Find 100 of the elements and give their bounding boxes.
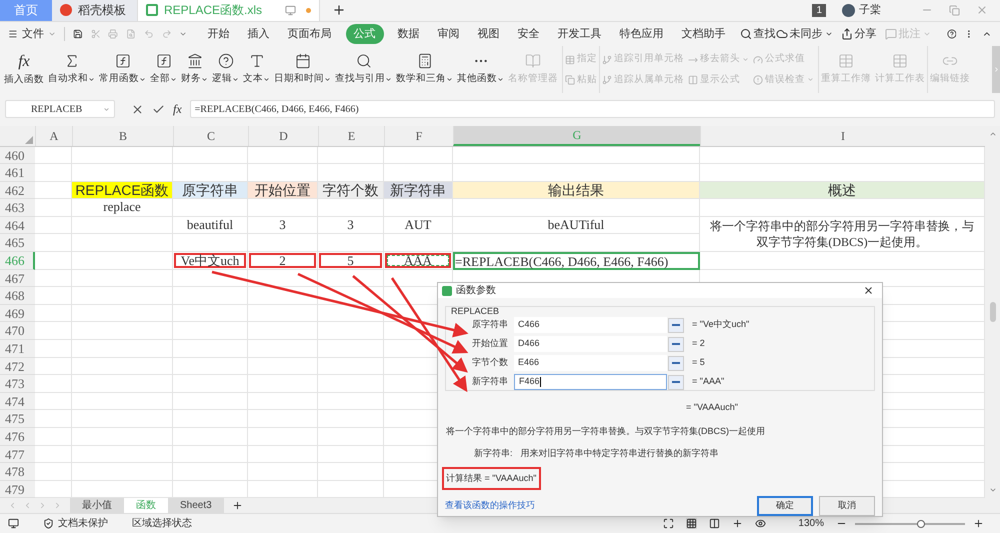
zoom-level[interactable]: 130% [798,516,824,532]
normal-view-icon[interactable] [686,518,698,530]
row-header[interactable]: 471 [0,340,35,358]
ribbon-button[interactable]: 自动求和 [46,46,97,94]
fullscreen-icon[interactable] [663,518,674,530]
zoom-in-icon[interactable] [973,518,984,530]
argument-input[interactable]: C466 [514,317,667,333]
close-icon[interactable] [863,285,874,296]
caret-icon[interactable] [170,76,177,83]
ribbon-tab[interactable]: 文档助手 [678,24,730,44]
status-icon[interactable] [8,518,19,530]
caret-icon[interactable] [497,76,504,83]
ribbon-button-label[interactable]: 逻辑 [212,72,232,86]
row-header[interactable]: 462 [0,182,35,200]
page-break-icon[interactable] [709,518,720,530]
highlighted-cell[interactable]: AAA [385,253,451,268]
collapse-dialog-icon[interactable] [668,336,684,352]
cancel-icon[interactable] [131,102,144,116]
caret-icon[interactable] [201,76,208,83]
row-header[interactable]: 469 [0,304,35,322]
ribbon-button-label[interactable]: 常用函数 [99,72,139,86]
dialog-button[interactable]: 取消 [819,496,875,516]
ribbon-button[interactable]: 常用函数 [97,46,148,94]
ribbon-button-label[interactable]: 文本 [243,72,263,86]
ribbon-button[interactable]: 财务 [179,46,210,94]
function-category-icon[interactable] [156,53,172,69]
function-icon[interactable]: fx [18,52,30,70]
ribbon-tab[interactable]: 审阅 [434,24,464,44]
row-header[interactable]: 477 [0,446,35,464]
row-header[interactable]: 473 [0,375,35,393]
ribbon-button[interactable]: 全部 [148,46,179,94]
ribbon-button[interactable]: 查找与引用 [333,46,394,94]
ribbon-tab[interactable]: 视图 [474,24,504,44]
row-header[interactable]: 475 [0,410,35,428]
function-tips-link[interactable]: 查看该函数的操作技巧 [445,499,535,513]
row-header[interactable]: 460 [0,146,35,164]
function-category-icon[interactable] [356,53,372,69]
ribbon-button-label[interactable]: 日期和时间 [274,72,324,86]
save-icon[interactable] [72,28,83,40]
row-header[interactable]: 468 [0,287,35,305]
argument-input[interactable]: D466 [514,336,667,352]
ribbon-button-label[interactable]: 财务 [181,72,201,86]
share-icon[interactable] [840,28,853,40]
row-header[interactable]: 478 [0,463,35,481]
notification-badge[interactable]: 1 [812,4,826,17]
ribbon-button-label[interactable]: 其他函数 [457,72,497,86]
help-icon[interactable] [946,28,956,40]
caret-icon[interactable] [385,76,392,83]
function-category-icon[interactable] [416,53,432,69]
scrollbar-thumb[interactable] [990,302,996,322]
ribbon-button-label[interactable]: 自动求和 [48,72,88,86]
function-category-icon[interactable] [218,53,234,69]
column-header[interactable]: E [318,126,384,146]
row-header[interactable]: 464 [0,216,35,234]
ribbon-tab[interactable]: 页面布局 [284,24,336,44]
highlighted-cell[interactable]: 2 [249,253,316,268]
ribbon-tab[interactable]: 插入 [244,24,274,44]
search-button[interactable]: 查找 [740,26,776,42]
ribbon-button[interactable]: 逻辑 [210,46,241,94]
ribbon-tab[interactable]: 开发工具 [554,24,606,44]
caret-icon[interactable] [324,76,331,83]
caret-icon[interactable] [446,76,453,83]
function-category-icon[interactable] [114,53,130,69]
menu-icon[interactable] [8,28,18,40]
ribbon-button[interactable]: 数学和三角 [394,46,455,94]
ribbon-button[interactable]: 文本 [241,46,272,94]
name-box[interactable]: REPLACEB [5,100,115,118]
formula-input[interactable]: =REPLACEB(C466, D466, E466, F466) [190,100,995,118]
dialog-button[interactable]: 确定 [757,496,813,516]
ribbon-button-label[interactable]: 插入函数 [4,72,44,87]
monitor-icon[interactable] [285,4,296,16]
column-header[interactable]: C [173,126,248,146]
function-category-icon[interactable] [186,53,202,69]
function-category-icon[interactable] [248,53,264,69]
row-header[interactable]: 463 [0,199,35,217]
ribbon-tab[interactable]: 安全 [514,24,544,44]
collapse-dialog-icon[interactable] [668,356,684,370]
sheet-tab[interactable]: Sheet3 [168,498,224,514]
ribbon-button[interactable]: fx 插入函数 [2,46,46,94]
column-header[interactable]: D [248,126,318,146]
row-header[interactable]: 470 [0,322,35,340]
ribbon-button-label[interactable]: 全部 [150,72,170,86]
avatar-icon[interactable] [842,4,855,17]
caret-icon[interactable] [88,76,95,83]
ribbon-button[interactable]: 日期和时间 [272,46,333,94]
highlighted-cell[interactable]: Ve中文uch [174,253,246,268]
shield-icon[interactable] [43,518,54,530]
row-header[interactable]: 474 [0,392,35,410]
protection-status[interactable]: 文档未保护 [58,516,108,532]
row-header[interactable]: 472 [0,358,35,376]
ribbon-button-label[interactable]: 查找与引用 [335,72,385,86]
active-cell[interactable]: =REPLACEB(C466, D466, E466, F466) [453,252,700,270]
highlighted-cell[interactable]: 5 [319,253,382,268]
row-header[interactable]: 467 [0,270,35,288]
argument-input[interactable]: F466 [514,374,667,390]
toolbar-action[interactable]: 分享 [840,26,877,42]
zoom-slider[interactable] [855,522,965,525]
slider-thumb[interactable] [917,520,925,528]
toolbar-action[interactable]: 未同步 [776,26,833,42]
row-header[interactable]: 476 [0,428,35,446]
